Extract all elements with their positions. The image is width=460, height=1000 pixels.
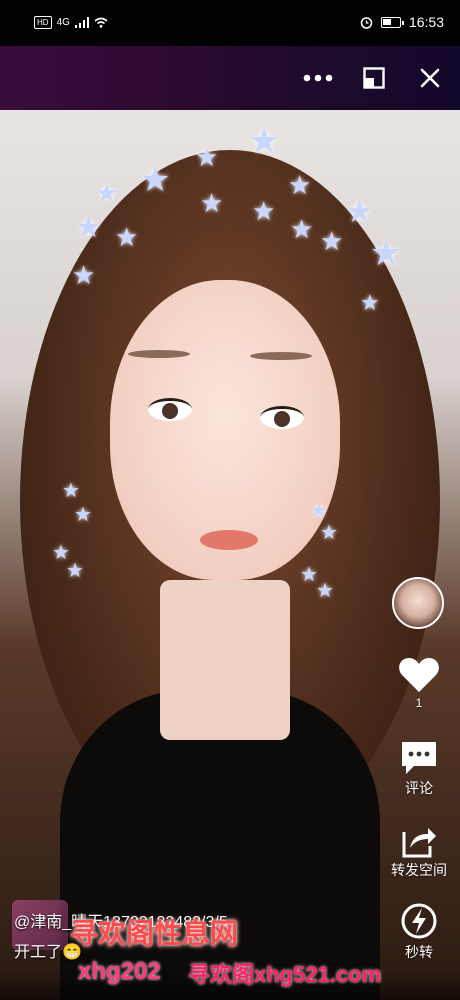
pip-button[interactable]	[356, 60, 392, 96]
right-brow	[250, 352, 312, 360]
star-decoration: ★	[75, 211, 102, 244]
pip-icon	[363, 67, 385, 89]
signal-icon	[74, 17, 89, 28]
left-eye	[148, 398, 192, 421]
earring-star: ★	[316, 580, 334, 602]
like-count: 1	[415, 696, 423, 710]
star-decoration: ★	[95, 178, 119, 208]
alarm-icon	[360, 16, 373, 29]
author-avatar[interactable]	[392, 577, 444, 629]
star-decoration: ★	[288, 170, 312, 200]
star-decoration: ★	[195, 142, 219, 172]
share-label: 转发空间	[391, 862, 447, 878]
close-button[interactable]	[412, 60, 448, 96]
earring-star: ★	[74, 504, 92, 526]
watermark-line3: 寻欢阁xhg521.com	[188, 962, 382, 987]
star-decoration: ★	[140, 161, 171, 199]
status-left: HD 4G	[34, 16, 108, 29]
right-eye	[260, 406, 304, 429]
phone-screen: HD 4G 16:53 ★ ★ ★ ★ ★ ★ ★ ★ ★ ★ ★ ★ ★ ★ …	[0, 0, 460, 1000]
star-decoration: ★	[252, 196, 276, 226]
share-icon	[402, 828, 436, 858]
more-icon	[303, 74, 333, 82]
earring-star: ★	[320, 522, 338, 544]
hd-icon: HD	[34, 16, 52, 29]
lightning-icon	[401, 903, 437, 939]
quick-share-label: 秒转	[405, 944, 433, 960]
close-icon	[420, 68, 440, 88]
lips-shape	[200, 530, 258, 550]
star-decoration: ★	[290, 214, 314, 244]
star-decoration: ★	[72, 260, 96, 290]
star-decoration: ★	[360, 290, 380, 315]
comment-label: 评论	[405, 780, 433, 796]
clock: 16:53	[408, 14, 444, 30]
network-type: 4G	[56, 17, 70, 28]
earring-star: ★	[62, 480, 80, 502]
wifi-icon	[94, 17, 108, 28]
share-button[interactable]: 转发空间	[384, 822, 454, 880]
more-button[interactable]	[300, 60, 336, 96]
comment-icon	[402, 742, 436, 774]
star-decoration: ★	[248, 120, 281, 161]
star-decoration: ★	[115, 222, 139, 252]
star-decoration: ★	[370, 232, 403, 273]
earring-star: ★	[66, 560, 84, 582]
neck-shape	[160, 580, 290, 740]
battery-icon	[380, 16, 404, 28]
status-bar: HD 4G 16:53	[0, 0, 460, 46]
star-decoration: ★	[320, 226, 344, 256]
quick-share-button[interactable]: 秒转	[384, 902, 454, 962]
heart-icon	[399, 658, 439, 692]
star-decoration: ★	[345, 193, 374, 229]
player-top-bar	[0, 46, 460, 110]
left-brow	[128, 350, 190, 358]
comment-button[interactable]: 评论	[384, 740, 454, 798]
watermark-line1: 寻欢阁性息网	[70, 917, 239, 950]
watermark-line2: xhg202	[78, 958, 161, 985]
status-right: 16:53	[360, 14, 444, 30]
like-button[interactable]: 1	[384, 656, 454, 710]
star-decoration: ★	[200, 188, 224, 218]
